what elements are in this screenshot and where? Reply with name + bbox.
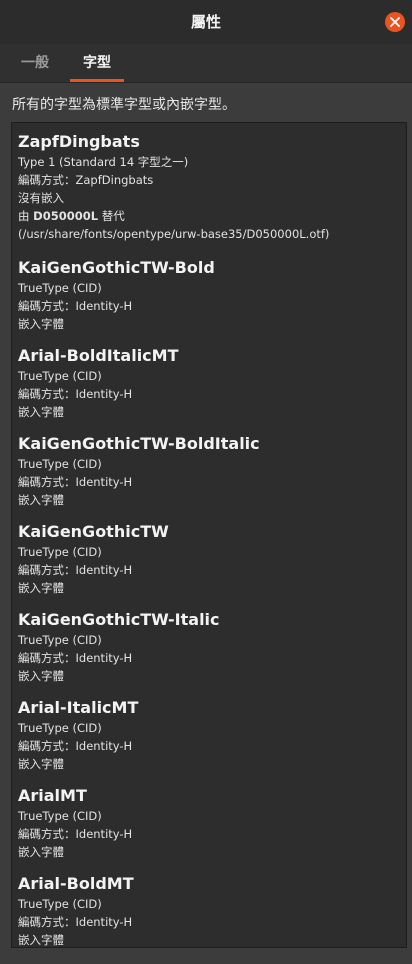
tab-fonts[interactable]: 字型 xyxy=(70,44,124,82)
substitute-path: (/usr/share/fonts/opentype/urw-base35/D0… xyxy=(18,227,330,241)
tab-bar: 一般 字型 xyxy=(0,44,412,83)
active-tab-indicator xyxy=(70,79,124,82)
font-embedded: 嵌入字體 xyxy=(18,845,64,859)
font-encoding: 編碼方式：Identity-H xyxy=(18,563,133,577)
font-item: KaiGenGothicTW-Bold TrueType (CID) 編碼方式：… xyxy=(18,257,403,333)
font-name: KaiGenGothicTW xyxy=(18,522,169,541)
font-type: TrueType (CID) xyxy=(18,897,102,911)
font-name: ZapfDingbats xyxy=(18,132,140,151)
font-type: TrueType (CID) xyxy=(18,281,102,295)
font-embedded: 嵌入字體 xyxy=(18,405,64,419)
font-type: TrueType (CID) xyxy=(18,809,102,823)
font-type: TrueType (CID) xyxy=(18,457,102,471)
font-item: KaiGenGothicTW-Italic TrueType (CID) 編碼方… xyxy=(18,609,403,685)
font-type: Type 1 (Standard 14 字型之一) xyxy=(18,155,189,169)
font-name: Arial-BoldMT xyxy=(18,874,134,893)
font-type: TrueType (CID) xyxy=(18,545,102,559)
font-item: KaiGenGothicTW-BoldItalic TrueType (CID)… xyxy=(18,433,403,509)
window-title: 屬性 xyxy=(190,13,221,31)
font-embedded: 嵌入字體 xyxy=(18,493,64,507)
font-name: Arial-BoldItalicMT xyxy=(18,346,179,365)
close-button[interactable] xyxy=(385,12,405,32)
font-type: TrueType (CID) xyxy=(18,369,102,383)
font-encoding: 編碼方式：Identity-H xyxy=(18,475,133,489)
tab-general[interactable]: 一般 xyxy=(10,44,60,82)
font-encoding: 編碼方式：Identity-H xyxy=(18,915,133,929)
font-embedded: 嵌入字體 xyxy=(18,757,64,771)
font-item: ZapfDingbats Type 1 (Standard 14 字型之一) 編… xyxy=(18,131,403,243)
font-embedded: 嵌入字體 xyxy=(18,317,64,331)
font-name: KaiGenGothicTW-BoldItalic xyxy=(18,434,260,453)
font-embedded: 嵌入字體 xyxy=(18,933,64,947)
font-name: KaiGenGothicTW-Italic xyxy=(18,610,220,629)
substitute-name: D050000L xyxy=(33,209,99,223)
font-encoding: 編碼方式：Identity-H xyxy=(18,651,133,665)
font-item: Arial-BoldItalicMT TrueType (CID) 編碼方式：I… xyxy=(18,345,403,421)
substitute-suffix: 替代 xyxy=(101,209,125,223)
font-encoding: 編碼方式：Identity-H xyxy=(18,299,133,313)
font-encoding: 編碼方式：Identity-H xyxy=(18,827,133,841)
window-bottom-edge xyxy=(0,952,412,964)
font-name: KaiGenGothicTW-Bold xyxy=(18,258,215,277)
font-item: ArialMT TrueType (CID) 編碼方式：Identity-H 嵌… xyxy=(18,785,403,861)
font-item: KaiGenGothicTW TrueType (CID) 編碼方式：Ident… xyxy=(18,521,403,597)
font-embedded: 沒有嵌入 xyxy=(18,191,64,205)
font-encoding: 編碼方式：ZapfDingbats xyxy=(18,173,154,187)
font-item: Arial-BoldMT TrueType (CID) 編碼方式：Identit… xyxy=(18,873,403,947)
font-type: TrueType (CID) xyxy=(18,721,102,735)
font-item: Arial-ItalicMT TrueType (CID) 編碼方式：Ident… xyxy=(18,697,403,773)
font-substitute: 由 D050000L 替代 xyxy=(18,207,403,225)
font-embedded: 嵌入字體 xyxy=(18,581,64,595)
font-embedded: 嵌入字體 xyxy=(18,669,64,683)
font-list[interactable]: ZapfDingbats Type 1 (Standard 14 字型之一) 編… xyxy=(11,122,407,948)
font-type: TrueType (CID) xyxy=(18,633,102,647)
close-icon xyxy=(390,17,400,27)
font-encoding: 編碼方式：Identity-H xyxy=(18,739,133,753)
title-bar: 屬性 xyxy=(0,0,412,44)
fonts-summary: 所有的字型為標準字型或內嵌字型。 xyxy=(12,97,236,113)
substitute-prefix: 由 xyxy=(18,209,30,223)
font-encoding: 編碼方式：Identity-H xyxy=(18,387,133,401)
font-name: Arial-ItalicMT xyxy=(18,698,139,717)
font-name: ArialMT xyxy=(18,786,87,805)
